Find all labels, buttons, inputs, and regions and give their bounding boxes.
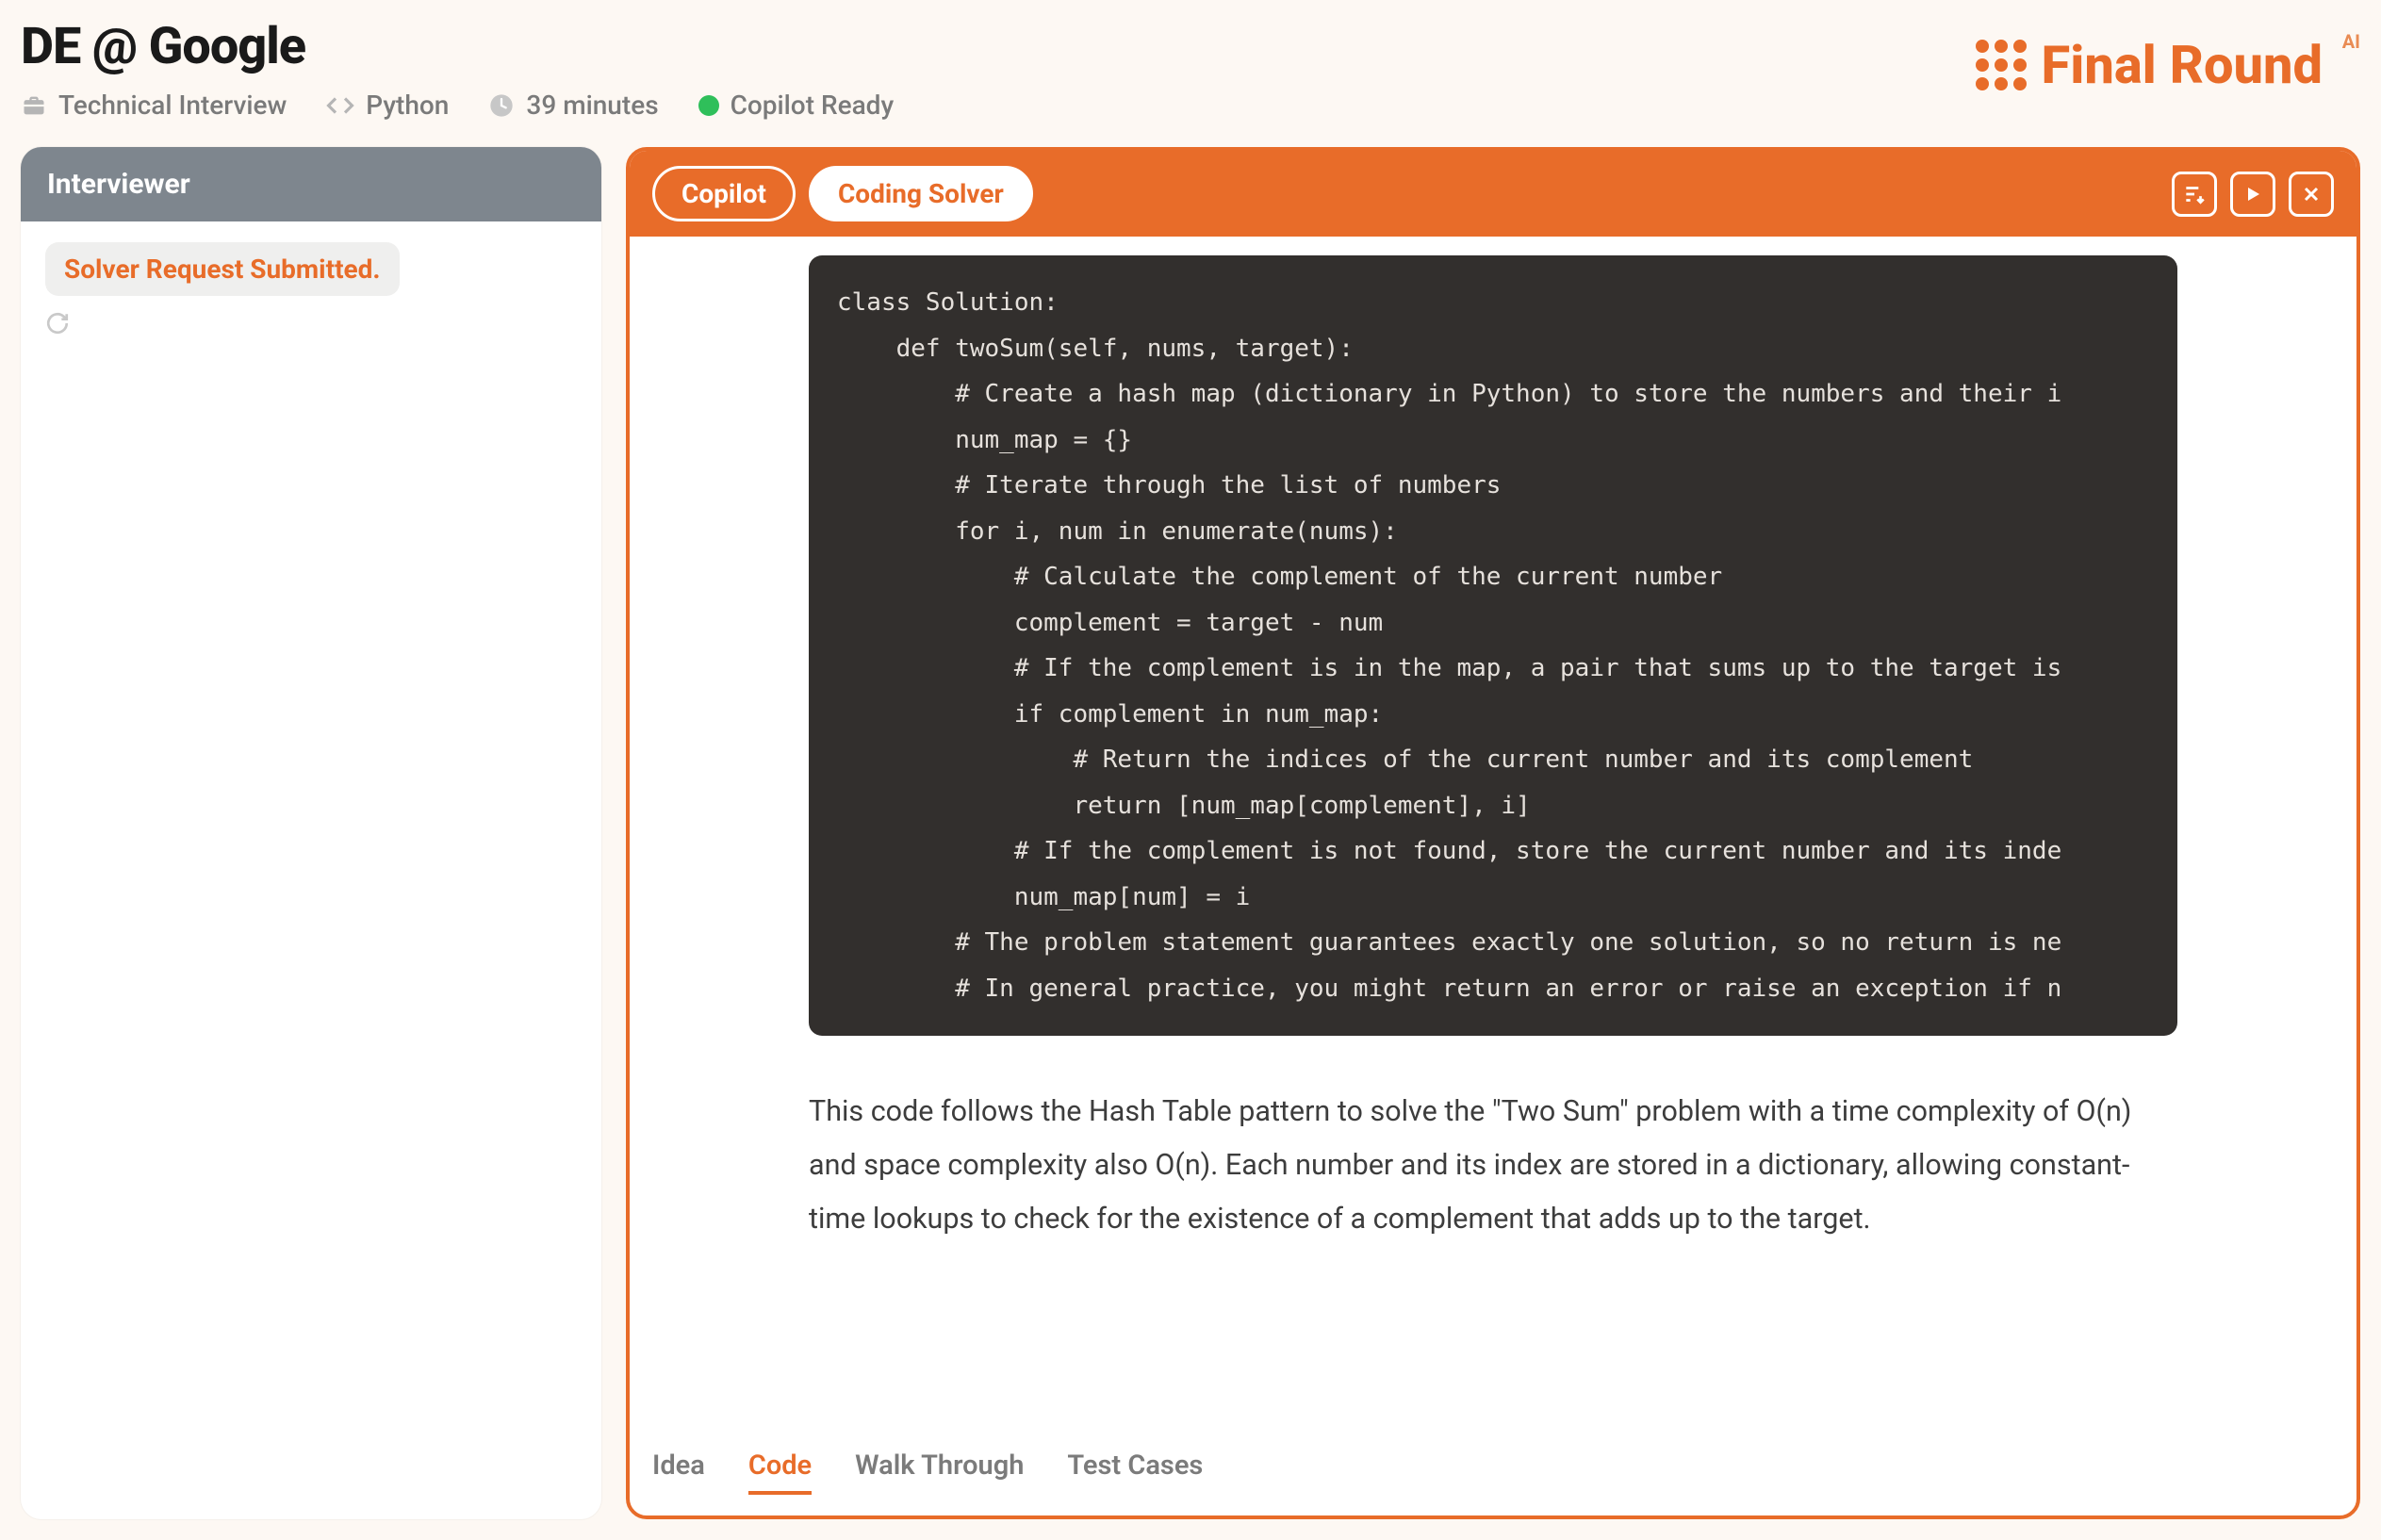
page-title: DE @ Google (21, 17, 894, 76)
meta-interview-type: Technical Interview (21, 90, 287, 121)
close-icon (2300, 183, 2323, 205)
tab-code[interactable]: Code (748, 1450, 812, 1495)
meta-copilot-status: Copilot Ready (698, 90, 895, 121)
copilot-status-label: Copilot Ready (731, 90, 895, 121)
meta-language: Python (326, 90, 449, 121)
sort-button[interactable] (2172, 172, 2217, 217)
explanation-text: This code follows the Hash Table pattern… (809, 1085, 2177, 1246)
tab-testcases[interactable]: Test Cases (1067, 1450, 1203, 1495)
tab-walkthrough[interactable]: Walk Through (855, 1450, 1024, 1495)
brand-logo: Final Round AI (1976, 34, 2360, 96)
brand-name: Final Round (2042, 34, 2323, 96)
panel-header: Copilot Coding Solver (630, 151, 2356, 237)
code-block[interactable]: class Solution: def twoSum(self, nums, t… (809, 255, 2177, 1036)
header-left: DE @ Google Technical Interview Python 3… (21, 17, 894, 121)
code-icon (326, 91, 354, 120)
panel-actions (2172, 172, 2334, 217)
play-icon (2241, 183, 2264, 205)
sidebar-body: Solver Request Submitted. (21, 221, 601, 360)
bottom-tabs: Idea Code Walk Through Test Cases (652, 1450, 1203, 1495)
tab-idea[interactable]: Idea (652, 1450, 705, 1495)
main: Interviewer Solver Request Submitted. Co… (21, 147, 2360, 1519)
logo-dots-icon (1976, 40, 2027, 90)
play-button[interactable] (2230, 172, 2275, 217)
sidebar-title: Interviewer (21, 147, 601, 221)
brand-suffix: AI (2342, 30, 2360, 53)
duration-label: 39 minutes (526, 90, 658, 121)
close-button[interactable] (2289, 172, 2334, 217)
meta-duration: 39 minutes (488, 90, 658, 121)
tab-coding-solver[interactable]: Coding Solver (809, 166, 1033, 221)
sidebar: Interviewer Solver Request Submitted. (21, 147, 601, 1519)
panel-body: class Solution: def twoSum(self, nums, t… (630, 237, 2356, 1515)
sort-icon (2182, 182, 2207, 206)
clock-icon (488, 92, 515, 119)
coding-panel: Copilot Coding Solver class Solution: de… (626, 147, 2360, 1519)
refresh-icon[interactable] (45, 311, 577, 339)
header: DE @ Google Technical Interview Python 3… (21, 17, 2360, 121)
status-dot-icon (698, 95, 719, 116)
solver-request-badge: Solver Request Submitted. (45, 242, 400, 296)
tab-copilot[interactable]: Copilot (652, 166, 796, 221)
meta-row: Technical Interview Python 39 minutes Co… (21, 90, 894, 121)
interview-type-label: Technical Interview (58, 90, 287, 121)
briefcase-icon (21, 92, 47, 119)
language-label: Python (366, 90, 449, 121)
